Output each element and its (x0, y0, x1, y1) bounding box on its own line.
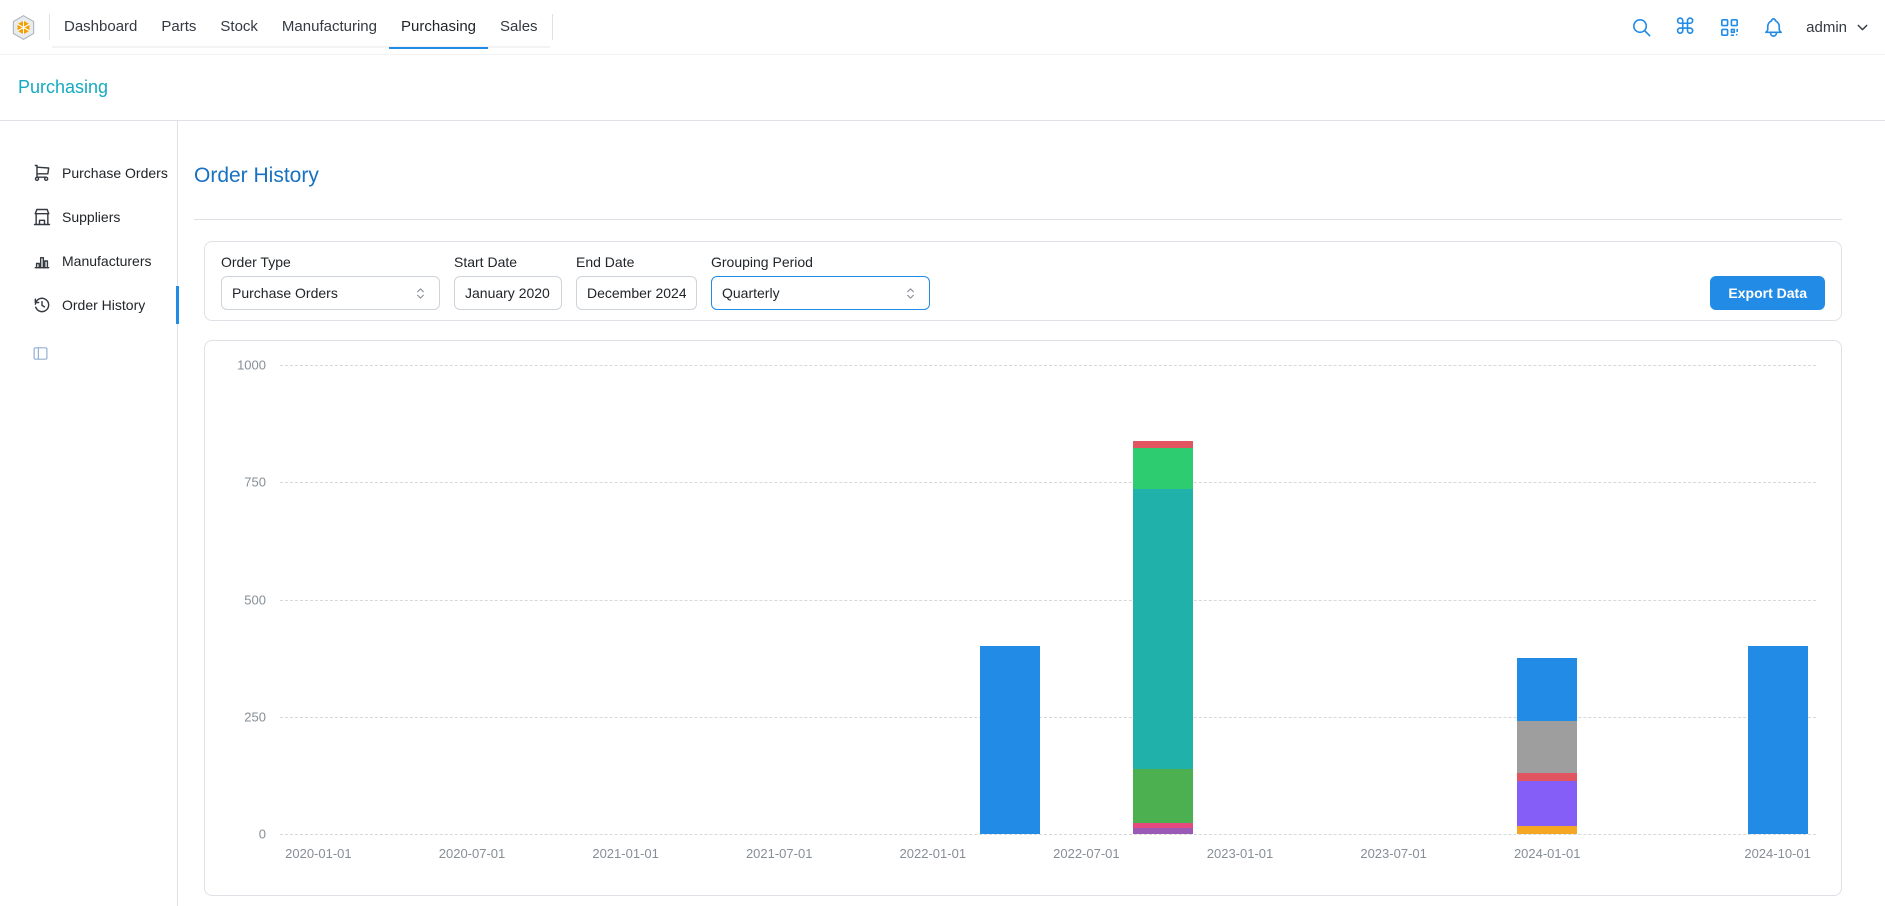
x-axis-tick-label: 2022-01-01 (900, 846, 967, 861)
bar-segment (1133, 769, 1193, 823)
stacked-bar-2022-04-01[interactable] (980, 646, 1040, 834)
user-name: admin (1806, 19, 1847, 36)
sidebar-item-suppliers[interactable]: Suppliers (0, 195, 177, 239)
sidebar-item-label: Order History (62, 297, 145, 313)
main-panel: Order History Order Type Purchase Orders… (178, 121, 1885, 906)
search-icon[interactable] (1624, 10, 1658, 44)
tab-purchasing[interactable]: Purchasing (389, 6, 488, 49)
x-axis-tick-label: 2022-07-01 (1053, 846, 1120, 861)
bar-segment (1133, 448, 1193, 490)
gridline (280, 717, 1816, 718)
grouping-period-field: Grouping Period Quarterly (711, 254, 930, 310)
filter-panel: Order Type Purchase Orders Start Date En… (204, 241, 1842, 321)
chevron-down-icon (1854, 19, 1871, 36)
bar-segment (1133, 489, 1193, 769)
user-menu[interactable]: admin (1806, 19, 1871, 36)
sidebar-item-order-history[interactable]: Order History (0, 283, 177, 327)
order-history-chart: 025050075010002020-01-012020-07-012021-0… (280, 365, 1816, 834)
order-type-select[interactable]: Purchase Orders (221, 276, 440, 310)
main-tabs: DashboardPartsStockManufacturingPurchasi… (50, 0, 552, 54)
tab-manufacturing[interactable]: Manufacturing (270, 6, 389, 49)
y-axis-tick-label: 750 (244, 475, 266, 490)
breadcrumb-item-purchasing[interactable]: Purchasing (18, 77, 108, 98)
gridline (280, 482, 1816, 483)
start-date-input[interactable] (454, 276, 562, 310)
top-navbar: DashboardPartsStockManufacturingPurchasi… (0, 0, 1885, 55)
order-history-chart-card: 0 250 500 750 1000 2020-01-01 2020-07-01 2021-0… (204, 340, 1842, 896)
grouping-period-select[interactable]: Quarterly (711, 276, 930, 310)
order-type-value: Purchase Orders (232, 285, 338, 301)
x-axis-tick-label: 2021-01-01 (592, 846, 659, 861)
divider (194, 219, 1842, 220)
sidebar-item-label: Purchase Orders (62, 165, 168, 181)
x-axis-tick-label: 2020-01-01 (285, 846, 352, 861)
order-type-label: Order Type (221, 254, 440, 270)
x-axis-tick-label: 2021-07-01 (746, 846, 813, 861)
sidebar-item-label: Suppliers (62, 209, 120, 225)
bell-icon[interactable] (1756, 10, 1790, 44)
selector-icon (902, 285, 919, 302)
tab-stock[interactable]: Stock (208, 6, 270, 49)
order-type-field: Order Type Purchase Orders (221, 254, 440, 310)
x-axis-tick-label: 2024-01-01 (1514, 846, 1581, 861)
navbar-left: DashboardPartsStockManufacturingPurchasi… (10, 0, 553, 54)
tab-dashboard[interactable]: Dashboard (52, 6, 149, 49)
end-date-field: End Date (576, 254, 697, 310)
bar-segment (1517, 773, 1577, 781)
bar-segment (980, 646, 1040, 834)
sidebar-item-manufacturers[interactable]: Manufacturers (0, 239, 177, 283)
bar-segment (1517, 781, 1577, 825)
bar-segment (1517, 826, 1577, 834)
grouping-period-label: Grouping Period (711, 254, 930, 270)
bar-segment (1133, 828, 1193, 834)
grouping-period-value: Quarterly (722, 285, 780, 301)
y-axis-tick-label: 1000 (237, 358, 266, 373)
bar-segment (1748, 646, 1808, 834)
x-axis-tick-label: 2020-07-01 (439, 846, 506, 861)
y-axis-tick-label: 250 (244, 709, 266, 724)
end-date-input[interactable] (576, 276, 697, 310)
end-date-label: End Date (576, 254, 697, 270)
start-date-label: Start Date (454, 254, 562, 270)
divider (552, 14, 553, 40)
bar-segment (1517, 721, 1577, 774)
sidebar: Purchase Orders Suppliers Manufacturers Ord… (0, 121, 178, 906)
sidebar-item-purchase-orders[interactable]: Purchase Orders (0, 151, 177, 195)
selector-icon (412, 285, 429, 302)
start-date-field: Start Date (454, 254, 562, 310)
gridline (280, 365, 1816, 366)
gridline (280, 834, 1816, 835)
manufacturers-chart-icon (32, 251, 52, 271)
sidebar-item-label: Manufacturers (62, 253, 151, 269)
tab-sales[interactable]: Sales (488, 6, 550, 49)
bar-segment (1517, 658, 1577, 720)
x-axis-tick-label: 2024-10-01 (1744, 846, 1811, 861)
layout-panel-icon[interactable] (32, 345, 49, 362)
command-icon[interactable]: ⌘ (1668, 10, 1702, 44)
stacked-bar-2024-10-01[interactable] (1748, 646, 1808, 834)
tab-parts[interactable]: Parts (149, 6, 208, 49)
storefront-icon (32, 207, 52, 227)
x-axis-tick-label: 2023-01-01 (1207, 846, 1274, 861)
breadcrumb: Purchasing (0, 55, 1885, 121)
content: Purchase Orders Suppliers Manufacturers Ord… (0, 121, 1885, 906)
navbar-icons: ⌘ (1624, 10, 1790, 44)
history-icon (32, 295, 52, 315)
app-logo[interactable] (10, 14, 37, 41)
shopping-cart-icon (32, 163, 52, 183)
qrcode-icon[interactable] (1712, 10, 1746, 44)
page-title: Order History (194, 163, 1842, 188)
y-axis-tick-label: 0 (259, 827, 266, 842)
x-axis-tick-label: 2023-07-01 (1360, 846, 1427, 861)
export-data-button[interactable]: Export Data (1710, 276, 1825, 310)
navbar-right: ⌘ admin (1624, 10, 1871, 44)
y-axis-tick-label: 500 (244, 592, 266, 607)
stacked-bar-2022-10-01[interactable] (1133, 441, 1193, 834)
gridline (280, 600, 1816, 601)
stacked-bar-2024-01-01[interactable] (1517, 658, 1577, 834)
